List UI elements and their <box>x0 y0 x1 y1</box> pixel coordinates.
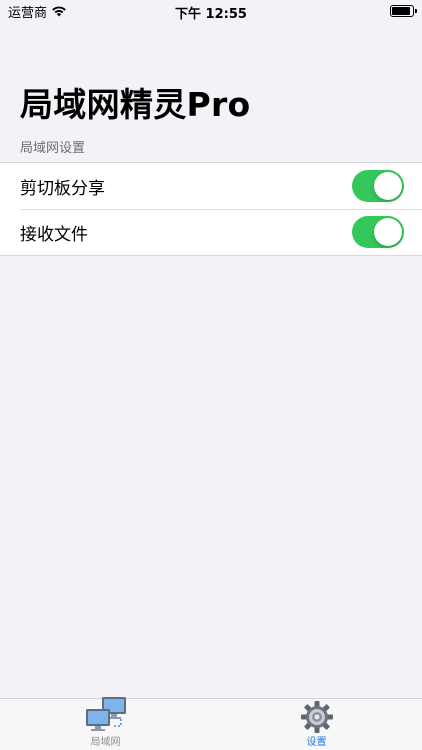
tab-label-settings: 设置 <box>306 737 327 748</box>
gear-icon <box>300 699 334 734</box>
setting-row-clipboard: 剪切板分享 <box>0 163 422 209</box>
clipboard-share-toggle[interactable] <box>352 170 404 202</box>
setting-label-clipboard: 剪切板分享 <box>20 178 105 199</box>
status-time: 下午 12:55 <box>175 7 247 22</box>
setting-row-receive-files: 接收文件 <box>0 209 422 255</box>
toggle-knob <box>374 218 402 246</box>
tab-lan[interactable]: 局域网 <box>0 696 211 750</box>
toggle-knob <box>374 172 402 200</box>
tab-settings[interactable]: 设置 <box>211 699 422 750</box>
computers-icon <box>82 696 130 734</box>
settings-list: 剪切板分享 接收文件 <box>0 162 422 256</box>
tab-bar: 局域网 设置 <box>0 696 422 750</box>
setting-label-receive-files: 接收文件 <box>20 224 88 245</box>
section-header: 局域网设置 <box>20 141 86 156</box>
receive-files-toggle[interactable] <box>352 216 404 248</box>
page-title: 局域网精灵Pro <box>20 85 251 124</box>
tab-label-lan: 局域网 <box>90 737 121 748</box>
